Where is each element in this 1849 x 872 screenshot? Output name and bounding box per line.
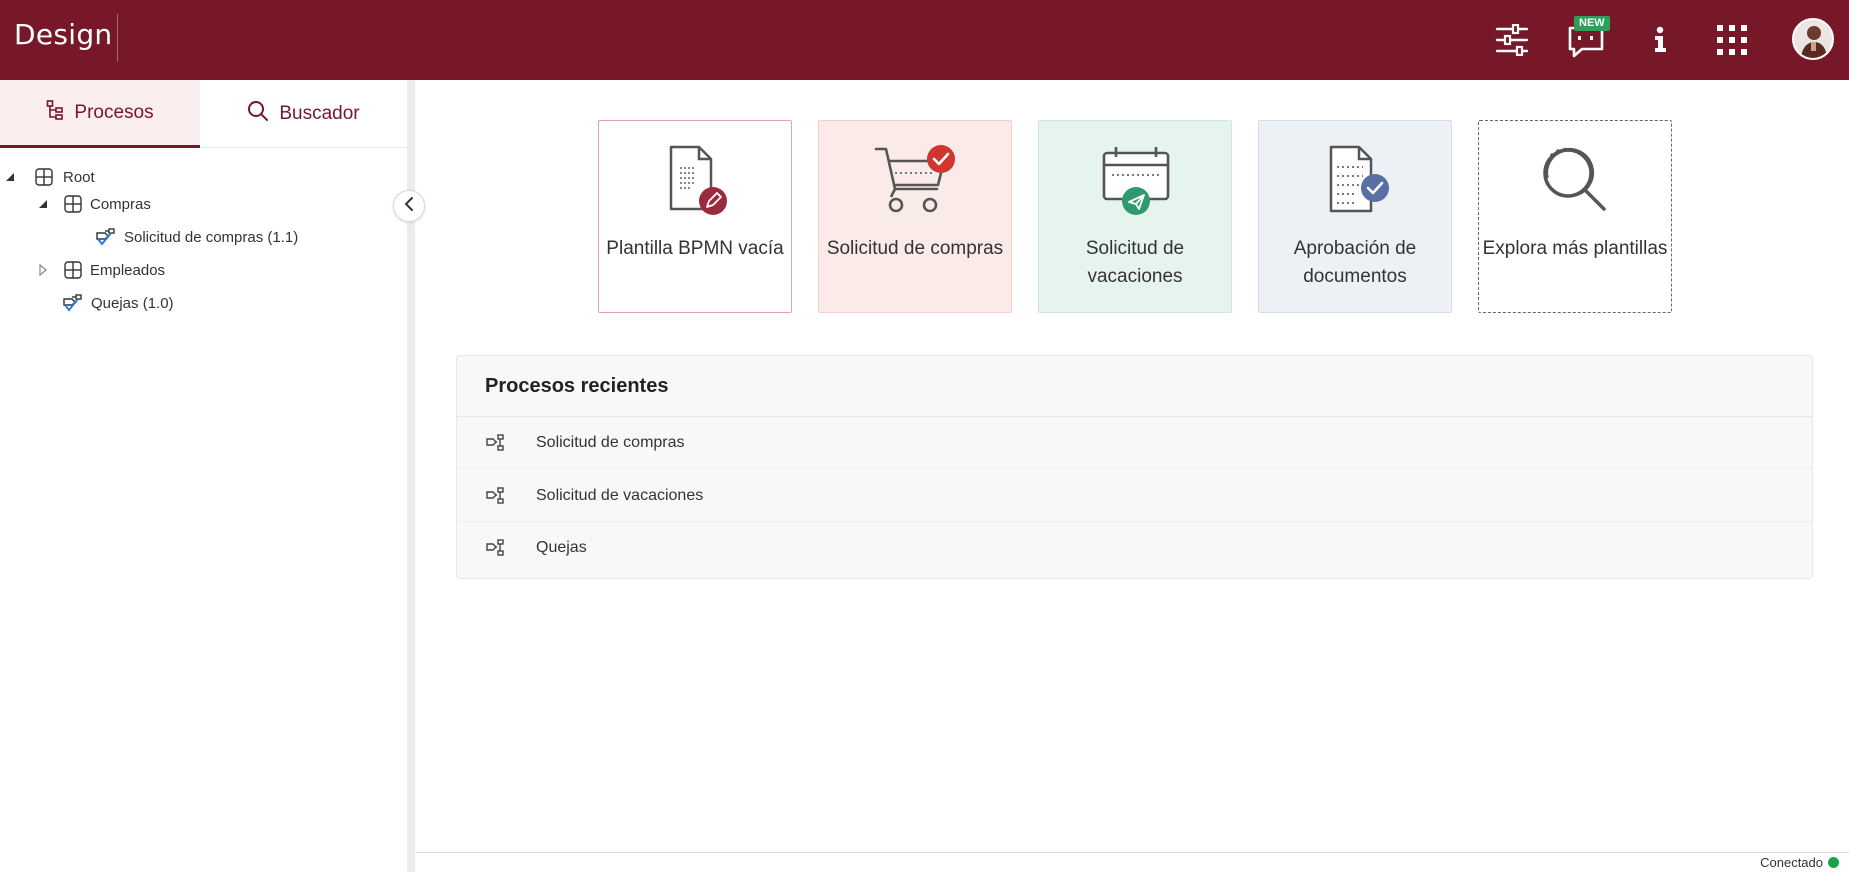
sidebar-tabs: Procesos Buscador (0, 80, 407, 148)
calendar-icon (1039, 143, 1231, 217)
recent-process-name: Solicitud de vacaciones (536, 486, 704, 504)
template-card-label: Solicitud de vacaciones (1085, 238, 1185, 287)
template-card-vacation-request[interactable]: Solicitud de vacaciones (1038, 120, 1232, 313)
collapse-sidebar-button[interactable] (393, 190, 425, 222)
collapsed-caret-icon[interactable] (37, 264, 49, 276)
hierarchy-icon (46, 99, 64, 126)
tree-item-label: Solicitud de compras (1.1) (124, 228, 299, 246)
search-icon (1479, 143, 1671, 217)
app-brand[interactable]: Design (14, 18, 112, 51)
tree-item-solicitud-compras[interactable]: Solicitud de compras (1.1) (94, 224, 298, 250)
process-icon (94, 226, 116, 248)
process-icon (61, 292, 83, 314)
chevron-left-icon (403, 196, 415, 217)
template-card-label: Plantilla BPMN vacía (606, 238, 784, 259)
recent-process-name: Quejas (536, 539, 587, 556)
folder-grid-icon (62, 259, 84, 281)
new-badge: NEW (1574, 16, 1610, 31)
recent-process-row[interactable]: Solicitud de vacaciones (457, 470, 1812, 522)
document-check-icon (1259, 143, 1451, 217)
process-icon (485, 433, 505, 453)
connection-status: Conectado (1760, 855, 1839, 870)
tree-item-label: Empleados (90, 261, 166, 279)
template-card-document-approval[interactable]: Aprobación de documentos (1258, 120, 1452, 313)
connection-status-dot (1828, 857, 1839, 868)
brand-divider (117, 14, 118, 62)
tab-buscador[interactable]: Buscador (200, 80, 407, 148)
tree-item-compras[interactable]: Compras (37, 191, 151, 217)
template-card-explore-more[interactable]: Explora más plantillas (1478, 120, 1672, 313)
user-avatar[interactable] (1792, 18, 1834, 60)
process-icon (485, 486, 505, 506)
tree-item-label: Compras (90, 195, 151, 213)
recent-process-name: Solicitud de compras (536, 433, 685, 451)
sidebar: Procesos Buscador Root Compras Solicitud… (0, 80, 407, 872)
process-icon (485, 538, 505, 558)
tree-item-empleados[interactable]: Empleados (37, 257, 165, 283)
main-content: Plantilla BPMN vacía Solicitud de compra… (415, 80, 1849, 852)
recent-processes-panel: Procesos recientes Solicitud de compras … (456, 355, 1813, 579)
template-card-blank-bpmn[interactable]: Plantilla BPMN vacía (598, 120, 792, 313)
folder-grid-icon (33, 166, 55, 188)
template-card-purchase-request[interactable]: Solicitud de compras (818, 120, 1012, 313)
recent-process-row[interactable]: Quejas (457, 522, 1812, 574)
folder-grid-icon (62, 193, 84, 215)
recent-process-row[interactable]: Solicitud de compras (457, 417, 1812, 469)
top-bar: Design NEW (0, 0, 1849, 80)
expanded-caret-icon[interactable] (4, 171, 16, 183)
recent-processes-title: Procesos recientes (485, 375, 669, 397)
template-card-label: Solicitud de compras (826, 238, 1004, 259)
apps-grid-icon[interactable] (1709, 17, 1755, 63)
expanded-caret-icon[interactable] (37, 198, 49, 210)
sliders-icon[interactable] (1489, 17, 1535, 63)
tab-procesos[interactable]: Procesos (0, 80, 200, 148)
blank-document-icon (599, 143, 791, 217)
shopping-cart-icon (819, 143, 1011, 217)
tree-item-quejas[interactable]: Quejas (1.0) (61, 290, 174, 316)
status-bar-divider (415, 852, 1849, 853)
template-card-label: Aprobación de documentos (1293, 238, 1417, 287)
tab-procesos-label: Procesos (74, 101, 154, 123)
tree-item-label: Quejas (1.0) (91, 294, 174, 312)
search-icon (247, 100, 269, 128)
template-card-label: Explora más plantillas (1482, 238, 1668, 259)
tab-buscador-label: Buscador (279, 103, 360, 124)
info-icon[interactable] (1637, 17, 1683, 63)
tree-item-label: Root (63, 168, 95, 186)
tree-item-root[interactable]: Root (4, 164, 95, 190)
connection-status-label: Conectado (1760, 855, 1823, 870)
